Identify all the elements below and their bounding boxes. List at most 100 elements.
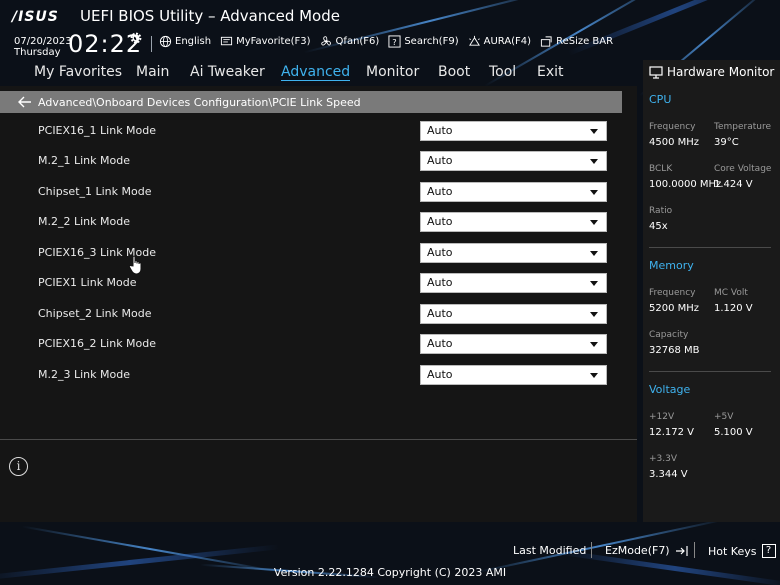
cpu-temperature-value: 39°C (714, 137, 739, 148)
v12-label: +12V (649, 412, 675, 422)
tab-my-favorites[interactable]: My Favorites (34, 64, 122, 80)
info-icon[interactable]: i (9, 457, 28, 476)
myfavorite-label: MyFavorite(F3) (236, 36, 311, 47)
ratio-label: Ratio (649, 206, 673, 216)
select-value: Auto (427, 307, 453, 320)
svg-text:?: ? (393, 37, 397, 47)
day-of-week: Thursday (14, 47, 61, 58)
qfan-button[interactable]: Qfan(F6) (320, 35, 380, 48)
main-nav: My Favorites Main Ai Tweaker Advanced Mo… (0, 63, 640, 85)
v33-value: 3.344 V (649, 469, 688, 480)
link-mode-select[interactable]: Auto (420, 151, 607, 171)
setting-label: M.2_2 Link Mode (38, 215, 130, 228)
hw-separator (649, 371, 771, 372)
last-modified-label: Last Modified (513, 544, 587, 557)
hw-separator (649, 247, 771, 248)
memory-frequency-label: Frequency (649, 288, 696, 298)
chevron-down-icon (590, 373, 598, 378)
header: /ISUS UEFI BIOS Utility – Advanced Mode … (0, 0, 780, 62)
link-mode-select[interactable]: Auto (420, 365, 607, 385)
ezmode-label: EzMode(F7) (605, 544, 670, 557)
link-mode-select[interactable]: Auto (420, 243, 607, 263)
cpu-temperature-label: Temperature (714, 122, 772, 132)
chevron-down-icon (590, 312, 598, 317)
setting-row: M.2_1 Link Mode Auto (0, 151, 622, 173)
myfavorite-button[interactable]: MyFavorite(F3) (220, 35, 311, 48)
asus-logo: /ISUS (12, 9, 59, 25)
chevron-down-icon (590, 190, 598, 195)
select-value: Auto (427, 154, 453, 167)
select-value: Auto (427, 246, 453, 259)
chevron-down-icon (590, 220, 598, 225)
setting-row: Chipset_2 Link Mode Auto (0, 304, 622, 326)
select-value: Auto (427, 276, 453, 289)
chevron-down-icon (590, 281, 598, 286)
select-value: Auto (427, 368, 453, 381)
v5-value: 5.100 V (714, 427, 753, 438)
aura-button[interactable]: AURA(F4) (468, 35, 531, 48)
search-button[interactable]: ? Search(F9) (388, 35, 459, 48)
select-value: Auto (427, 124, 453, 137)
resize-bar-label: ReSize BAR (556, 36, 614, 47)
setting-row: M.2_2 Link Mode Auto (0, 212, 622, 234)
last-modified-button[interactable]: Last Modified (513, 544, 586, 557)
hardware-monitor-title: Hardware Monitor (649, 65, 774, 79)
search-label: Search(F9) (404, 36, 459, 47)
setting-row: PCIEX16_1 Link Mode Auto (0, 121, 622, 143)
select-value: Auto (427, 215, 453, 228)
tab-boot[interactable]: Boot (438, 64, 470, 80)
copyright: Version 2.22.1284 Copyright (C) 2023 AMI (273, 566, 507, 579)
tab-exit[interactable]: Exit (537, 64, 564, 80)
ezmode-button[interactable]: EzMode(F7) (605, 544, 689, 557)
aura-icon (468, 35, 480, 46)
language-button[interactable]: English (159, 35, 211, 48)
hot-keys-button[interactable]: Hot Keys ? (708, 544, 776, 558)
setting-label: M.2_3 Link Mode (38, 368, 130, 381)
setting-row: Chipset_1 Link Mode Auto (0, 182, 622, 204)
resize-bar-icon (541, 36, 552, 47)
setting-label: M.2_1 Link Mode (38, 154, 130, 167)
hardware-monitor-label: Hardware Monitor (667, 65, 775, 79)
tab-ai-tweaker[interactable]: Ai Tweaker (190, 64, 265, 80)
help-key-icon: ? (761, 544, 776, 558)
breadcrumb-path: Advanced\Onboard Devices Configuration\P… (38, 95, 361, 109)
setting-label: Chipset_1 Link Mode (38, 185, 152, 198)
link-mode-select[interactable]: Auto (420, 304, 607, 324)
tab-monitor[interactable]: Monitor (366, 64, 419, 80)
cpu-frequency-value: 4500 MHz (649, 137, 700, 148)
gear-icon[interactable] (129, 31, 143, 45)
bclk-value: 100.0000 MHz (649, 179, 722, 190)
voltage-section-title: Voltage (649, 383, 691, 396)
v33-label: +3.3V (649, 454, 678, 464)
qfan-label: Qfan(F6) (335, 36, 380, 47)
mc-volt-label: MC Volt (714, 288, 748, 298)
core-voltage-value: 1.424 V (714, 179, 753, 190)
bclk-label: BCLK (649, 164, 673, 174)
select-value: Auto (427, 185, 453, 198)
setting-row: PCIEX16_2 Link Mode Auto (0, 334, 622, 356)
cpu-frequency-label: Frequency (649, 122, 696, 132)
capacity-value: 32768 MB (649, 345, 700, 356)
chevron-down-icon (590, 129, 598, 134)
link-mode-select[interactable]: Auto (420, 182, 607, 202)
tab-tool[interactable]: Tool (489, 64, 516, 80)
aura-label: AURA(F4) (483, 36, 532, 47)
footer-separator (694, 542, 695, 558)
app-title: UEFI BIOS Utility – Advanced Mode (80, 7, 340, 25)
link-mode-select[interactable]: Auto (420, 121, 607, 141)
link-mode-select[interactable]: Auto (420, 334, 607, 354)
tab-advanced[interactable]: Advanced (281, 64, 351, 81)
exit-arrow-icon (675, 545, 688, 556)
tab-main[interactable]: Main (136, 64, 169, 80)
setting-row: PCIEX1 Link Mode Auto (0, 273, 622, 295)
globe-icon (159, 35, 172, 48)
footer-separator (591, 542, 592, 558)
mc-volt-value: 1.120 V (714, 303, 753, 314)
resize-bar-button[interactable]: ReSize BAR (540, 35, 613, 48)
breadcrumb[interactable]: Advanced\Onboard Devices Configuration\P… (0, 91, 622, 113)
fan-icon (320, 36, 331, 46)
setting-label: PCIEX16_1 Link Mode (38, 124, 157, 137)
link-mode-select[interactable]: Auto (420, 273, 607, 293)
link-mode-select[interactable]: Auto (420, 212, 607, 232)
back-arrow-icon[interactable] (18, 96, 32, 108)
